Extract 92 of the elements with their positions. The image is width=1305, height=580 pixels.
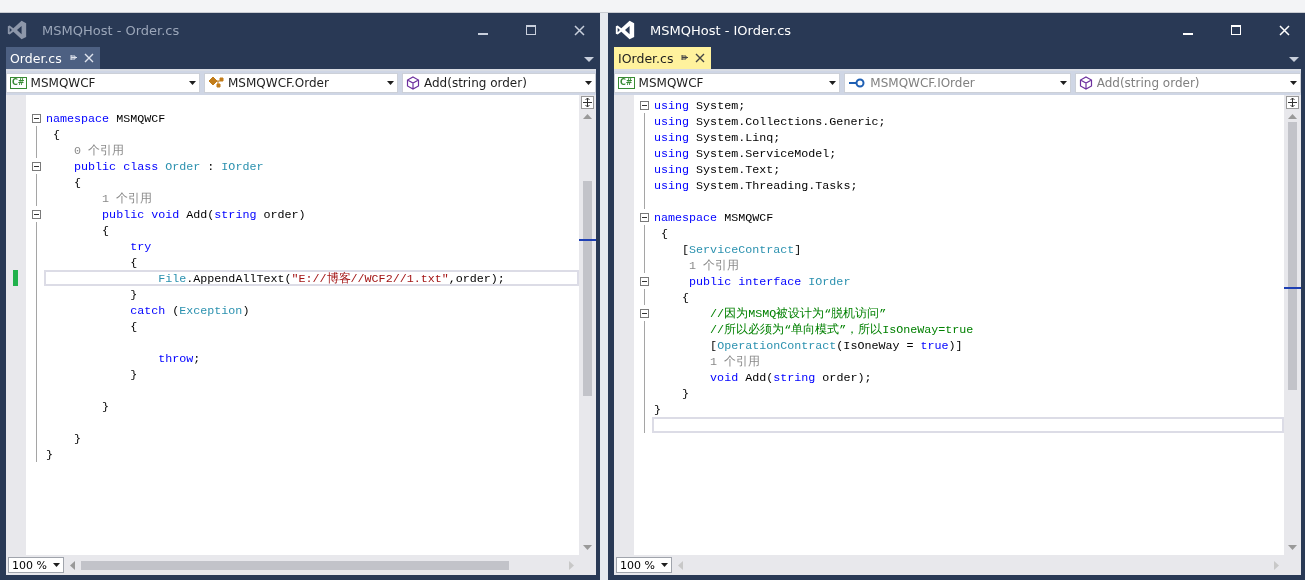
collapse-icon[interactable] — [639, 100, 649, 110]
caret-icon[interactable] — [1059, 81, 1067, 85]
caret-icon[interactable] — [387, 81, 394, 85]
navigation-dropdown[interactable]: Add(string order) — [402, 73, 596, 93]
csharp-file-icon: C# — [10, 77, 27, 89]
code-line: { — [129, 255, 139, 270]
caret-icon[interactable] — [829, 81, 837, 85]
code-line: using System.ServiceModel; — [653, 146, 838, 161]
document-tab[interactable]: IOrder.cs — [614, 47, 712, 69]
caret-icon[interactable] — [584, 57, 594, 63]
split-handle-icon[interactable] — [1286, 96, 1299, 109]
code-line: { — [52, 127, 62, 142]
scrollbar-thumb[interactable] — [81, 560, 510, 570]
code-line: } — [73, 431, 83, 446]
navigation-dropdown[interactable]: C# MSMQWCF — [6, 73, 200, 93]
class-icon — [208, 76, 224, 90]
code-line: } — [45, 447, 54, 462]
pin-icon[interactable] — [67, 53, 78, 63]
code-line: try — [129, 239, 153, 254]
close-icon — [573, 24, 585, 36]
split-handle-icon[interactable] — [581, 96, 594, 109]
code-line: using System.Collections.Generic; — [653, 114, 887, 129]
code-line: } — [101, 399, 111, 414]
code-line: using System.Threading.Tasks; — [653, 178, 859, 193]
navigation-dropdown[interactable]: MSMQWCF.Order — [204, 73, 398, 93]
reference-count: 1 个引用 — [688, 258, 741, 273]
caret-icon[interactable] — [189, 81, 196, 85]
code-line: using System; — [653, 98, 747, 113]
code-line: void Add(string order); — [709, 370, 873, 385]
collapse-icon[interactable] — [639, 276, 649, 286]
maximize-icon — [526, 25, 536, 35]
code-line: namespace MSMQWCF — [653, 210, 775, 225]
minimize-icon — [478, 33, 488, 35]
code-line: { — [129, 319, 139, 334]
pin-icon[interactable] — [679, 53, 690, 63]
vertical-scrollbar[interactable] — [579, 95, 596, 555]
zoom-dropdown[interactable]: 100 % — [8, 557, 64, 573]
code-comment: //因为MSMQ被设计为“脱机访问” — [709, 306, 888, 321]
maximize-icon — [1231, 25, 1241, 35]
code-line: } — [653, 402, 662, 417]
close-icon — [1278, 24, 1290, 36]
code-line: throw; — [157, 351, 202, 366]
navigation-dropdown[interactable]: C# MSMQWCF — [614, 73, 841, 93]
code-line: { — [681, 290, 691, 305]
caret-icon[interactable] — [53, 563, 60, 567]
cube-icon — [406, 76, 420, 90]
caret-icon[interactable] — [1289, 57, 1299, 63]
code-line: namespace MSMQWCF — [45, 111, 167, 126]
code-line: using System.Text; — [653, 162, 782, 177]
caret-icon[interactable] — [661, 563, 668, 567]
vertical-scrollbar[interactable] — [1284, 95, 1301, 555]
minimize-icon — [1183, 33, 1193, 35]
code-line: } — [129, 367, 139, 382]
collapse-icon[interactable] — [31, 113, 41, 123]
reference-count: 0 个引用 — [73, 143, 126, 158]
collapse-icon[interactable] — [31, 161, 41, 171]
csharp-file-icon: C# — [618, 77, 635, 89]
scrollbar-thumb[interactable] — [583, 181, 592, 396]
reference-count: 1 个引用 — [709, 354, 762, 369]
scrollbar-thumb[interactable] — [1288, 122, 1297, 390]
code-line: catch (Exception) — [129, 303, 251, 318]
window-title: MSMQHost - Order.cs — [42, 22, 181, 38]
caret-position-marker — [1284, 287, 1301, 289]
zoom-dropdown[interactable]: 100 % — [616, 557, 672, 573]
cube-icon — [1078, 76, 1093, 90]
code-line: public class Order : IOrder — [73, 159, 265, 174]
code-line: } — [129, 287, 139, 302]
navigation-dropdown[interactable]: Add(string order) — [1074, 73, 1301, 93]
reference-count: 1 个引用 — [101, 191, 154, 206]
caret-icon[interactable] — [1290, 81, 1297, 85]
code-line: { — [660, 226, 670, 241]
code-line: { — [101, 223, 111, 238]
window-title: MSMQHost - IOrder.cs — [650, 22, 793, 38]
code-line: public interface IOrder — [688, 274, 852, 289]
visual-studio-logo-icon — [614, 19, 636, 41]
navigation-dropdown[interactable]: MSMQWCF.IOrder — [844, 73, 1071, 93]
code-line: using System.Linq; — [653, 130, 782, 145]
code-line: [ServiceContract] — [681, 242, 803, 257]
collapse-icon[interactable] — [639, 212, 649, 222]
code-line: [OperationContract(IsOneWay = true)] — [709, 338, 964, 353]
caret-position-marker — [579, 239, 596, 241]
visual-studio-logo-icon — [6, 19, 28, 41]
caret-icon[interactable] — [585, 81, 592, 85]
interface-icon — [848, 78, 867, 88]
code-line: } — [681, 386, 691, 401]
collapse-icon[interactable] — [31, 209, 41, 219]
code-comment: //所以必须为“单向模式”，所以IsOneWay=true — [709, 322, 975, 337]
document-tab[interactable]: Order.cs — [6, 47, 100, 69]
code-line: public void Add(string order) — [101, 207, 307, 222]
collapse-icon[interactable] — [639, 308, 649, 318]
close-icon[interactable] — [695, 53, 706, 63]
code-line: { — [73, 175, 83, 190]
